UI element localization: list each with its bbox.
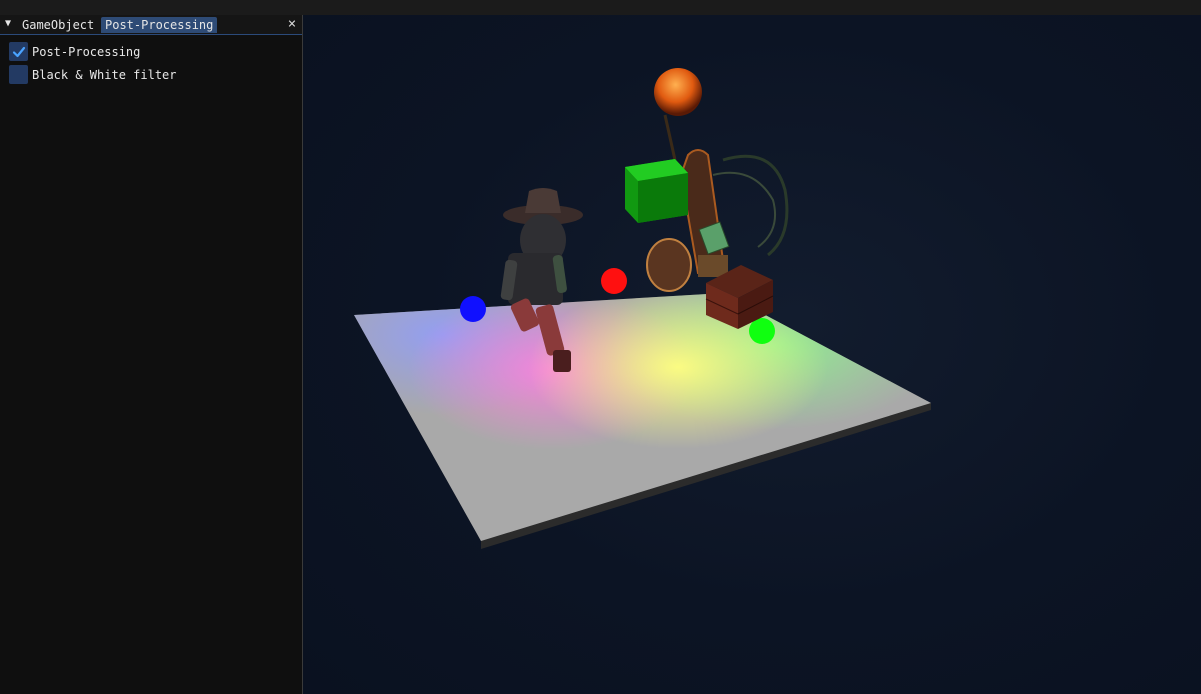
post-processing-window: ▼ GameObject Post-Processing × Post-Proc… (0, 15, 303, 694)
green-light-sphere (749, 318, 775, 344)
blue-light-sphere (460, 296, 486, 322)
black-white-filter-label: Black & White filter (32, 67, 177, 82)
tab-gameobject[interactable]: GameObject (18, 17, 98, 33)
title-bar (0, 0, 1201, 16)
scene-viewport[interactable] (303, 15, 1201, 694)
close-icon[interactable]: × (284, 16, 300, 32)
post-processing-label: Post-Processing (32, 44, 141, 59)
window-tab-bar: ▼ GameObject Post-Processing × (0, 15, 302, 35)
tab-post-processing[interactable]: Post-Processing (101, 17, 218, 33)
collapse-icon[interactable]: ▼ (5, 18, 15, 30)
post-processing-checkbox[interactable] (9, 42, 28, 61)
red-light-sphere (601, 268, 627, 294)
orange-light-sphere (654, 68, 702, 116)
green-cube (625, 159, 688, 223)
black-white-filter-option[interactable]: Black & White filter (9, 65, 177, 84)
black-white-filter-checkbox[interactable] (9, 65, 28, 84)
post-processing-option[interactable]: Post-Processing (9, 42, 140, 61)
checkmark-icon (12, 46, 25, 57)
scene-render (354, 68, 931, 549)
